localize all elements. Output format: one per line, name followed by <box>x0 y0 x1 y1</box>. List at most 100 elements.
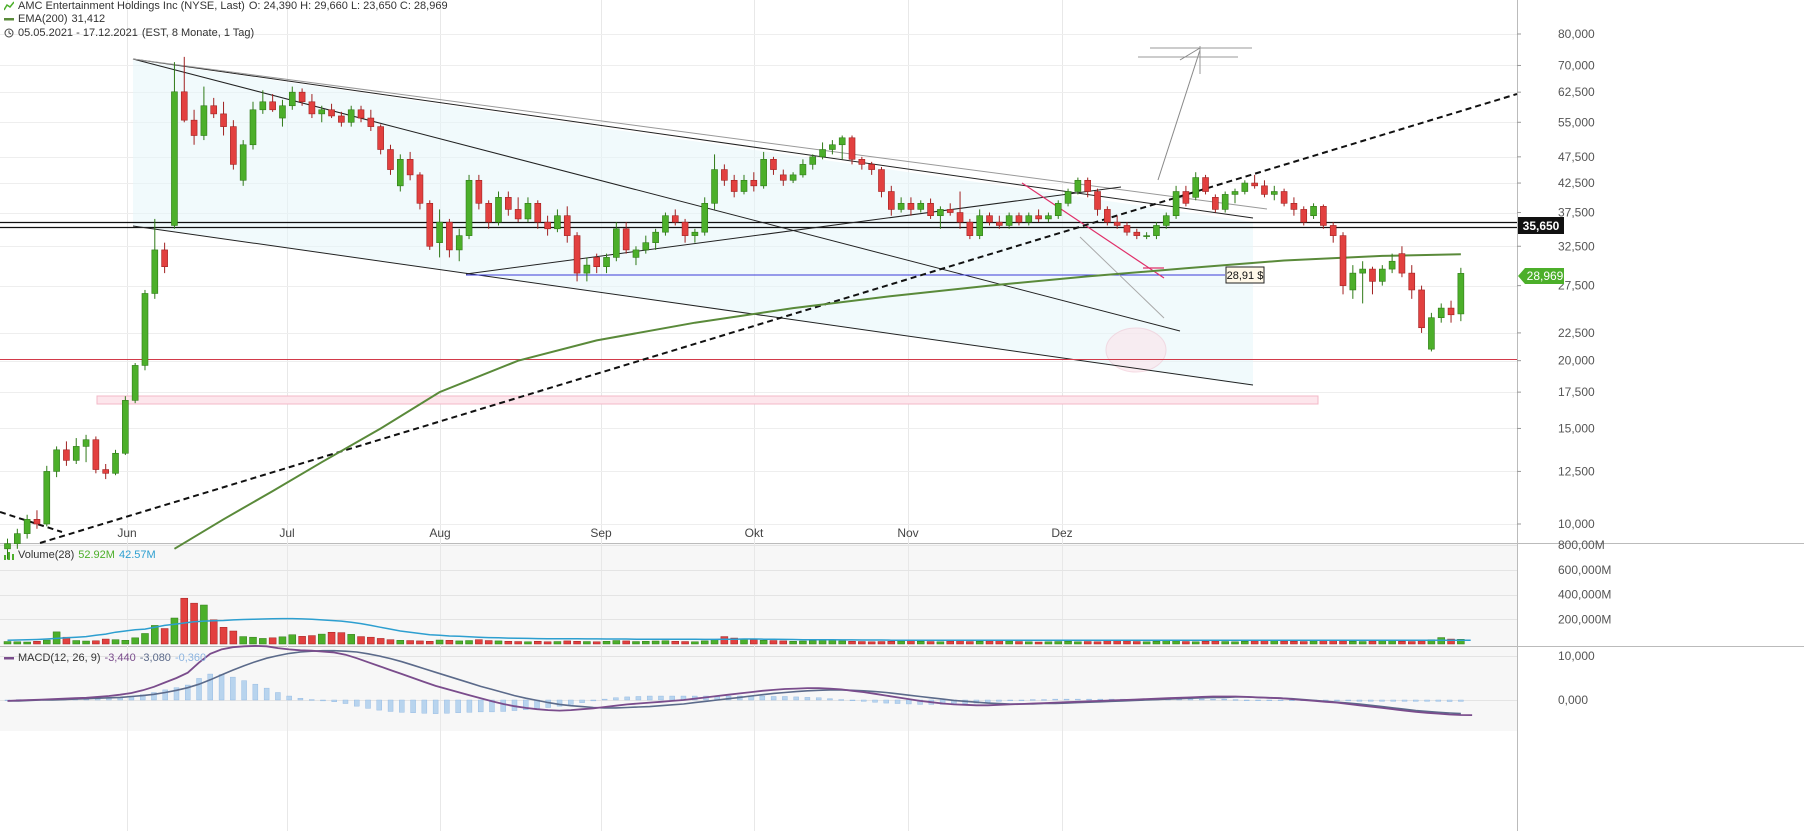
volume-bar <box>818 640 827 645</box>
candle-body <box>662 215 669 233</box>
volume-bar <box>985 640 994 645</box>
volume-bar <box>170 617 179 645</box>
macd-histogram-bar <box>432 699 439 714</box>
volume-bar <box>33 641 41 645</box>
candle-body <box>730 179 738 192</box>
candle <box>465 174 473 240</box>
volume-bar <box>219 627 228 645</box>
candle-body <box>514 209 522 220</box>
macd-histogram-bar <box>230 676 236 701</box>
price-axis-label: 80,000 <box>1558 27 1595 41</box>
candle-body <box>43 471 51 525</box>
x-axis-label: Dez <box>1051 526 1072 540</box>
candle-body <box>347 109 355 123</box>
candle-body <box>288 91 296 107</box>
volume-bar <box>1123 640 1131 645</box>
volume-bar <box>82 640 90 645</box>
macd-histogram-bar <box>827 698 833 701</box>
macd-histogram-bar <box>759 695 766 701</box>
volume-bar <box>524 641 532 645</box>
volume-bar <box>691 641 699 645</box>
volume-bar <box>553 641 562 645</box>
candle-body <box>1182 191 1190 204</box>
candle-body <box>878 169 885 192</box>
volume-bar <box>141 633 149 645</box>
volume-bar <box>858 641 866 645</box>
candle-body <box>1379 268 1386 282</box>
candle-body <box>760 159 767 187</box>
macd-label: MACD(12, 26, 9) <box>18 652 101 664</box>
volume-bar <box>838 640 846 645</box>
candle-body <box>603 257 610 267</box>
macd-histogram-bar <box>996 699 1002 702</box>
candle-body <box>946 209 954 213</box>
volume-bar <box>1339 640 1347 645</box>
candle-body <box>622 228 630 251</box>
candle-body <box>1457 273 1465 315</box>
volume-bar <box>769 640 778 645</box>
macd-histogram-bar <box>1030 699 1036 701</box>
candle-body <box>230 126 237 165</box>
macd-histogram-bar <box>579 699 585 703</box>
volume-bar <box>13 641 22 645</box>
candle <box>701 197 709 236</box>
macd-value-1: -3,440 <box>104 652 136 664</box>
candle-body <box>161 249 168 267</box>
volume-bar <box>907 640 915 645</box>
volume-bar <box>494 640 503 645</box>
volume-bar <box>1083 641 1092 645</box>
macd-histogram-bar <box>782 696 788 701</box>
volume-bar <box>573 641 581 645</box>
macd-histogram-bar <box>387 699 394 712</box>
macd-histogram-bar <box>1345 699 1351 702</box>
candle-body <box>455 235 463 251</box>
price-annotation: 28,91 $ <box>1225 266 1265 284</box>
volume-bar <box>23 641 31 645</box>
volume-bar <box>1417 640 1426 645</box>
macd-histogram-bar <box>354 699 360 707</box>
macd-histogram-bar <box>263 687 270 701</box>
candle-body <box>544 221 551 230</box>
macd-histogram-bar <box>1041 699 1047 701</box>
candle-body <box>1428 317 1435 350</box>
macd-histogram-bar <box>804 697 811 701</box>
macd-value-3: -0,360 <box>174 652 207 664</box>
volume-bar <box>1133 641 1141 645</box>
volume-bar <box>367 636 375 645</box>
x-axis-label: Jul <box>279 526 294 540</box>
volume-bar <box>1280 640 1288 645</box>
candle-body <box>1369 268 1376 282</box>
candle-body <box>505 197 512 210</box>
x-axis-label: Sep <box>590 526 612 540</box>
candle-body <box>1153 225 1160 236</box>
macd-histogram-bar <box>1063 698 1070 701</box>
candle-body <box>279 105 286 119</box>
macd-histogram-bar <box>1401 699 1408 702</box>
last-price-tag: 28,969 <box>1518 268 1564 284</box>
candle-body <box>681 221 689 236</box>
volume-bar <box>1182 641 1190 645</box>
volume-bar <box>209 619 218 645</box>
macd-histogram-bar <box>1187 698 1194 701</box>
candle-body <box>691 231 699 236</box>
volume-bar <box>1172 640 1180 645</box>
candle-body <box>721 169 728 181</box>
volume-bar <box>632 641 640 645</box>
ema-legend-icon <box>4 18 14 21</box>
volume-bar <box>484 640 493 645</box>
candle <box>1202 174 1209 195</box>
macd-histogram-bar <box>601 698 608 701</box>
volume-bar <box>936 641 945 645</box>
candle-body <box>858 159 866 165</box>
macd-histogram-bar <box>1052 698 1058 701</box>
macd-histogram-bar <box>444 699 450 714</box>
macd-histogram-bar <box>500 699 506 712</box>
volume-bar <box>465 640 473 645</box>
candle-body <box>180 91 188 121</box>
macd-legend-icon <box>4 657 14 660</box>
volume-axis-label: 600,000M <box>1558 563 1611 577</box>
volume-bar <box>200 604 208 645</box>
candle-body <box>171 91 178 226</box>
volume-bar <box>288 634 297 645</box>
price-axis-label: 62,500 <box>1558 85 1595 99</box>
